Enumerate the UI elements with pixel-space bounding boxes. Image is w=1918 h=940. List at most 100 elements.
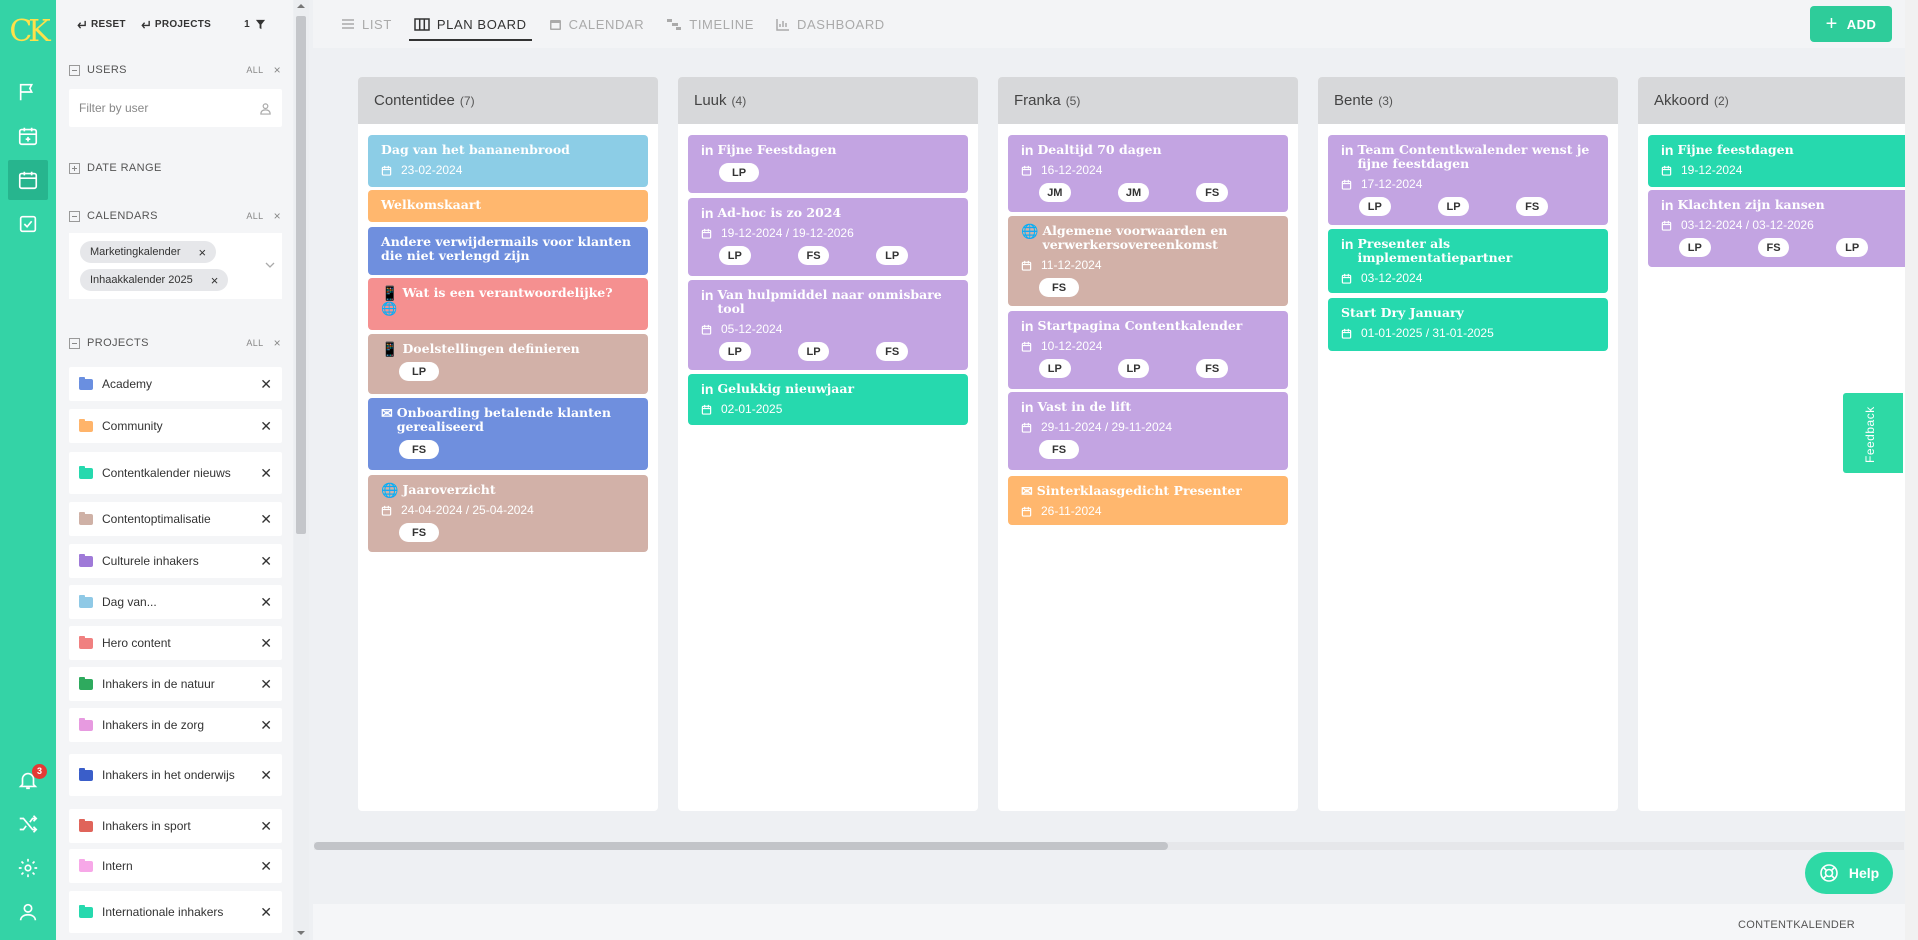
- project-item[interactable]: Dag van... ✕: [69, 585, 282, 619]
- app-logo[interactable]: CK: [4, 12, 52, 52]
- user-icon[interactable]: [8, 892, 48, 932]
- assignee-pill[interactable]: FS: [1196, 183, 1229, 202]
- settings-icon[interactable]: [8, 848, 48, 888]
- help-button[interactable]: Help: [1805, 852, 1893, 894]
- tab-list[interactable]: LIST: [341, 0, 392, 48]
- assignee-pill[interactable]: LP: [719, 342, 751, 361]
- card[interactable]: in Dealtijd 70 dagen 16-12-2024 JM JM FS: [1008, 135, 1288, 212]
- card[interactable]: in Klachten zijn kansen 03-12-2024 / 03-12…: [1648, 190, 1918, 267]
- assignee-pill[interactable]: JM: [1117, 183, 1150, 202]
- card[interactable]: in Fijne Feestdagen LP: [688, 135, 968, 193]
- users-all-button[interactable]: ALL: [246, 65, 263, 75]
- date-range-section-header[interactable]: DATE RANGE: [69, 160, 281, 176]
- assignee-pill[interactable]: FS: [1196, 359, 1229, 378]
- project-item[interactable]: Academy ✕: [69, 367, 282, 401]
- remove-project-button[interactable]: ✕: [260, 465, 272, 482]
- tab-calendar[interactable]: CALENDAR: [549, 0, 645, 48]
- project-item[interactable]: Inhakers in de zorg ✕: [69, 708, 282, 742]
- tab-plan-board[interactable]: PLAN BOARD: [408, 0, 532, 48]
- assignee-pill[interactable]: LP: [1679, 238, 1711, 257]
- page-scrollbar[interactable]: [1905, 0, 1918, 940]
- scroll-down-icon[interactable]: [296, 930, 306, 936]
- remove-project-button[interactable]: ✕: [260, 376, 272, 393]
- remove-project-button[interactable]: ✕: [260, 818, 272, 835]
- card[interactable]: 🌐 Jaaroverzicht 24-04-2024 / 25-04-2024 FS: [368, 475, 648, 552]
- card[interactable]: ✉ Sinterklaasgedicht Presenter 26-11-2024: [1008, 476, 1288, 525]
- projects-button[interactable]: PROJECTS: [140, 19, 211, 30]
- projects-section-header[interactable]: PROJECTS ALL ×: [69, 335, 281, 351]
- project-item[interactable]: Intern ✕: [69, 849, 282, 883]
- check-square-icon[interactable]: [8, 204, 48, 244]
- users-section-header[interactable]: USERS ALL ×: [69, 62, 281, 78]
- bell-icon[interactable]: 3: [8, 760, 48, 800]
- remove-chip-button[interactable]: ×: [199, 245, 207, 260]
- assignee-pill[interactable]: FS: [1039, 278, 1079, 297]
- project-item[interactable]: Contentoptimalisatie ✕: [69, 502, 282, 536]
- assignee-pill[interactable]: LP: [399, 362, 439, 381]
- remove-project-button[interactable]: ✕: [260, 511, 272, 528]
- project-item[interactable]: Inhakers in sport ✕: [69, 809, 282, 843]
- card[interactable]: in Startpagina Contentkalender 10-12-2024 L…: [1008, 311, 1288, 389]
- project-item[interactable]: Inhakers in het onderwijs ✕: [69, 754, 282, 796]
- calendars-section-header[interactable]: CALENDARS ALL ×: [69, 208, 281, 224]
- assignee-pill[interactable]: FS: [1757, 238, 1790, 257]
- card[interactable]: 📱 Wat is een verantwoordelijke? 🌐: [368, 278, 648, 330]
- card[interactable]: in Fijne feestdagen 19-12-2024: [1648, 135, 1918, 187]
- assignee-pill[interactable]: JM: [1039, 183, 1071, 202]
- remove-project-button[interactable]: ✕: [260, 767, 272, 784]
- calendars-clear-button[interactable]: ×: [274, 209, 281, 223]
- assignee-pill[interactable]: FS: [1039, 440, 1079, 459]
- project-item[interactable]: Contentkalender nieuws ✕: [69, 452, 282, 494]
- calendar-select[interactable]: Marketingkalender × Inhaakkalender 2025 ×: [69, 233, 282, 299]
- shuffle-icon[interactable]: [8, 804, 48, 844]
- feedback-tab[interactable]: Feedback: [1843, 393, 1903, 473]
- assignee-pill[interactable]: FS: [797, 246, 830, 265]
- calendars-all-button[interactable]: ALL: [246, 211, 263, 221]
- column-header[interactable]: Bente (3): [1318, 77, 1618, 124]
- card[interactable]: 📱 Doelstellingen definieren LP: [368, 334, 648, 394]
- remove-project-button[interactable]: ✕: [260, 635, 272, 652]
- assignee-pill[interactable]: FS: [876, 342, 909, 361]
- assignee-pill[interactable]: LP: [876, 246, 909, 265]
- column-header[interactable]: Contentidee (7): [358, 77, 658, 124]
- scroll-up-icon[interactable]: [296, 3, 306, 9]
- card[interactable]: 🌐 Algemene voorwaarden en verwerkersovere…: [1008, 216, 1288, 306]
- remove-project-button[interactable]: ✕: [260, 717, 272, 734]
- column-header[interactable]: Luuk (4): [678, 77, 978, 124]
- sidebar-scrollbar-thumb[interactable]: [296, 16, 306, 534]
- remove-project-button[interactable]: ✕: [260, 858, 272, 875]
- projects-all-button[interactable]: ALL: [246, 338, 263, 348]
- users-clear-button[interactable]: ×: [274, 63, 281, 77]
- reset-button[interactable]: RESET: [76, 19, 126, 30]
- remove-project-button[interactable]: ✕: [260, 594, 272, 611]
- card[interactable]: in Gelukkig nieuwjaar 02-01-2025: [688, 374, 968, 425]
- tab-timeline[interactable]: TIMELINE: [666, 0, 754, 48]
- column-header[interactable]: Akkoord (2): [1638, 77, 1918, 124]
- card[interactable]: Dag van het bananenbrood 23-02-2024: [368, 135, 648, 187]
- card[interactable]: Andere verwijdermails voor klanten die n…: [368, 227, 648, 275]
- project-item[interactable]: Hero content ✕: [69, 626, 282, 660]
- chevron-down-icon[interactable]: [265, 262, 275, 269]
- assignee-pill[interactable]: LP: [719, 163, 759, 182]
- calendar-chip[interactable]: Marketingkalender ×: [80, 241, 217, 263]
- remove-project-button[interactable]: ✕: [260, 418, 272, 435]
- assignee-pill[interactable]: LP: [1437, 197, 1470, 216]
- calendar-plus-icon[interactable]: [8, 116, 48, 156]
- remove-project-button[interactable]: ✕: [260, 676, 272, 693]
- project-item[interactable]: Community ✕: [69, 409, 282, 443]
- project-item[interactable]: Culturele inhakers ✕: [69, 544, 282, 578]
- project-item[interactable]: Inhakers in de natuur ✕: [69, 667, 282, 701]
- add-button[interactable]: + ADD: [1810, 6, 1892, 42]
- remove-project-button[interactable]: ✕: [260, 553, 272, 570]
- assignee-pill[interactable]: LP: [1117, 359, 1150, 378]
- board-scrollbar-thumb[interactable]: [314, 842, 1168, 850]
- remove-chip-button[interactable]: ×: [211, 273, 219, 288]
- card[interactable]: in Ad-hoc is zo 2024 19-12-2024 / 19-12-20…: [688, 198, 968, 276]
- filter-count-button[interactable]: 1: [244, 19, 266, 30]
- card[interactable]: ✉ Onboarding betalende klanten gerealisee…: [368, 398, 648, 470]
- assignee-pill[interactable]: FS: [1516, 197, 1549, 216]
- card[interactable]: in Vast in de lift 29-11-2024 / 29-11-2024…: [1008, 392, 1288, 470]
- assignee-pill[interactable]: LP: [719, 246, 751, 265]
- card[interactable]: in Van hulpmiddel naar onmisbare tool 05-1…: [688, 280, 968, 370]
- tab-dashboard[interactable]: DASHBOARD: [776, 0, 885, 48]
